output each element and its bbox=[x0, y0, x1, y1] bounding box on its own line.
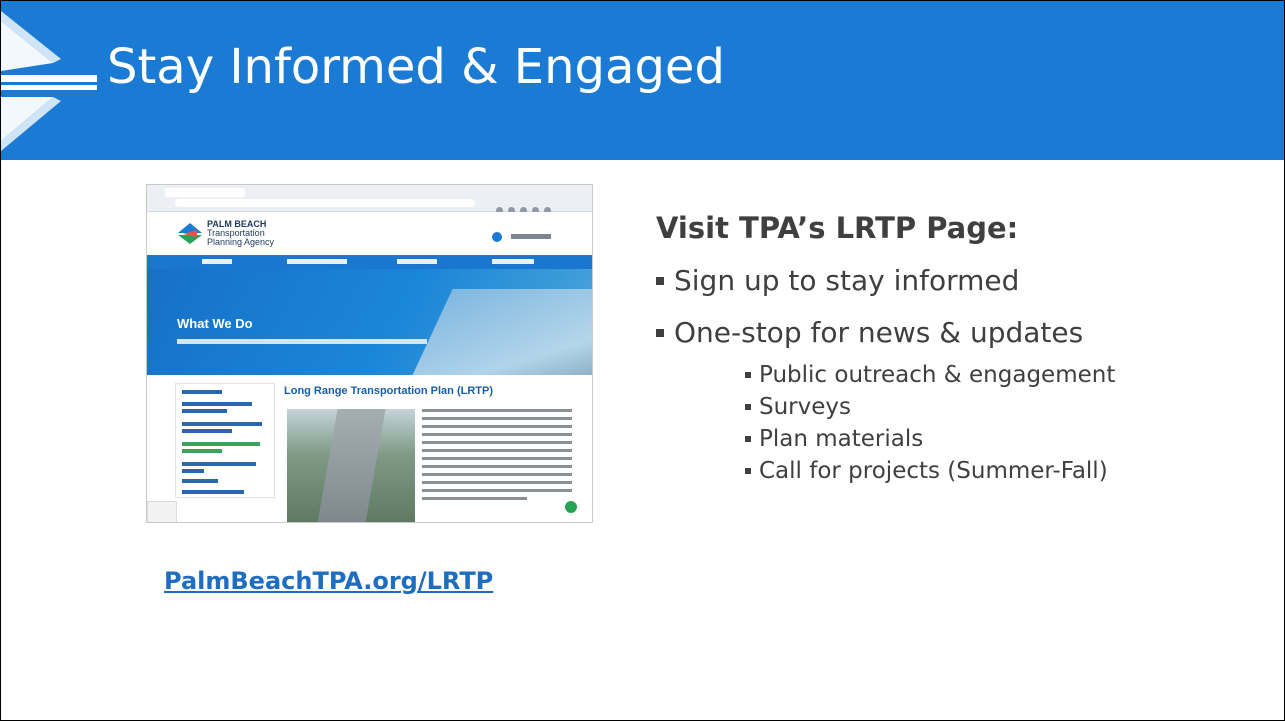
bullet-list: Sign up to stay informed One-stop for ne… bbox=[656, 255, 1115, 487]
sub-list-item: Call for projects (Summer-Fall) bbox=[656, 455, 1115, 487]
language-selector bbox=[511, 234, 551, 239]
slide: Stay Informed & Engaged PALM BEACH Trans… bbox=[0, 0, 1285, 721]
tpa-site-name: PALM BEACH Transportation Planning Agenc… bbox=[207, 219, 275, 247]
site-page-title: Long Range Transportation Plan (LRTP) bbox=[284, 385, 493, 397]
site-sidebar bbox=[175, 383, 275, 498]
title-bar: Stay Informed & Engaged bbox=[1, 1, 1284, 160]
highway-aerial-photo bbox=[287, 409, 415, 522]
list-item: Sign up to stay informed bbox=[656, 255, 1115, 307]
browser-icons bbox=[491, 199, 586, 214]
sub-list-item: Public outreach & engagement bbox=[656, 359, 1115, 391]
browser-address-bar bbox=[175, 199, 475, 207]
site-nav-bar bbox=[147, 255, 592, 269]
site-hero-title: What We Do bbox=[177, 316, 253, 331]
site-header: PALM BEACH Transportation Planning Agenc… bbox=[147, 212, 592, 254]
website-screenshot: PALM BEACH Transportation Planning Agenc… bbox=[146, 184, 593, 523]
section-heading: Visit TPA’s LRTP Page: bbox=[656, 211, 1019, 245]
accessibility-icon bbox=[565, 501, 577, 513]
lrtp-page-link[interactable]: PalmBeachTPA.org/LRTP bbox=[164, 567, 493, 595]
tpa-site-logo-icon bbox=[178, 223, 202, 244]
browser-tab bbox=[165, 188, 245, 197]
browser-toolbar bbox=[147, 185, 592, 214]
site-breadcrumb bbox=[177, 339, 427, 344]
recaptcha-badge bbox=[147, 501, 177, 522]
site-body-text bbox=[422, 409, 572, 505]
slide-title: Stay Informed & Engaged bbox=[107, 39, 725, 95]
globe-icon bbox=[492, 232, 502, 242]
tpa-chevron-logo bbox=[1, 11, 97, 151]
list-item: One-stop for news & updates bbox=[656, 307, 1115, 359]
sub-list-item: Plan materials bbox=[656, 423, 1115, 455]
sub-list-item: Surveys bbox=[656, 391, 1115, 423]
